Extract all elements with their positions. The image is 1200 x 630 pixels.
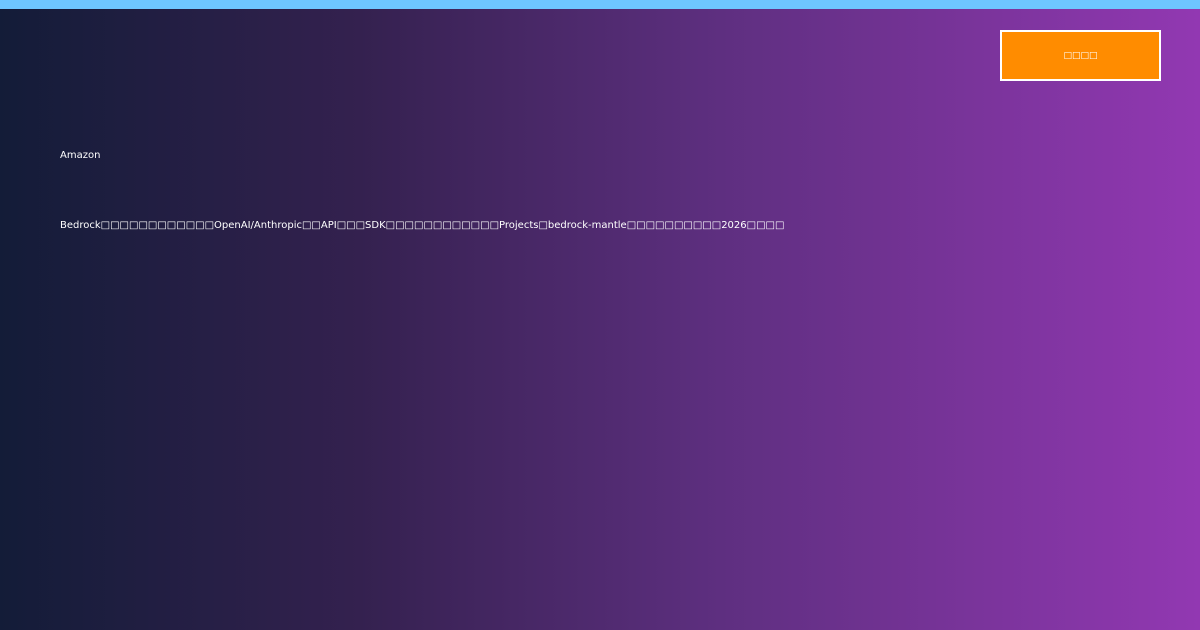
tag-badge: □□□□ <box>1000 30 1161 81</box>
eyebrow-text: Amazon <box>60 150 101 161</box>
top-accent-bar <box>0 0 1200 9</box>
headline-text: Bedrock□□□□□□□□□□□□OpenAI/Anthropic□□API… <box>60 220 785 231</box>
tag-badge-label: □□□□ <box>1063 50 1098 61</box>
